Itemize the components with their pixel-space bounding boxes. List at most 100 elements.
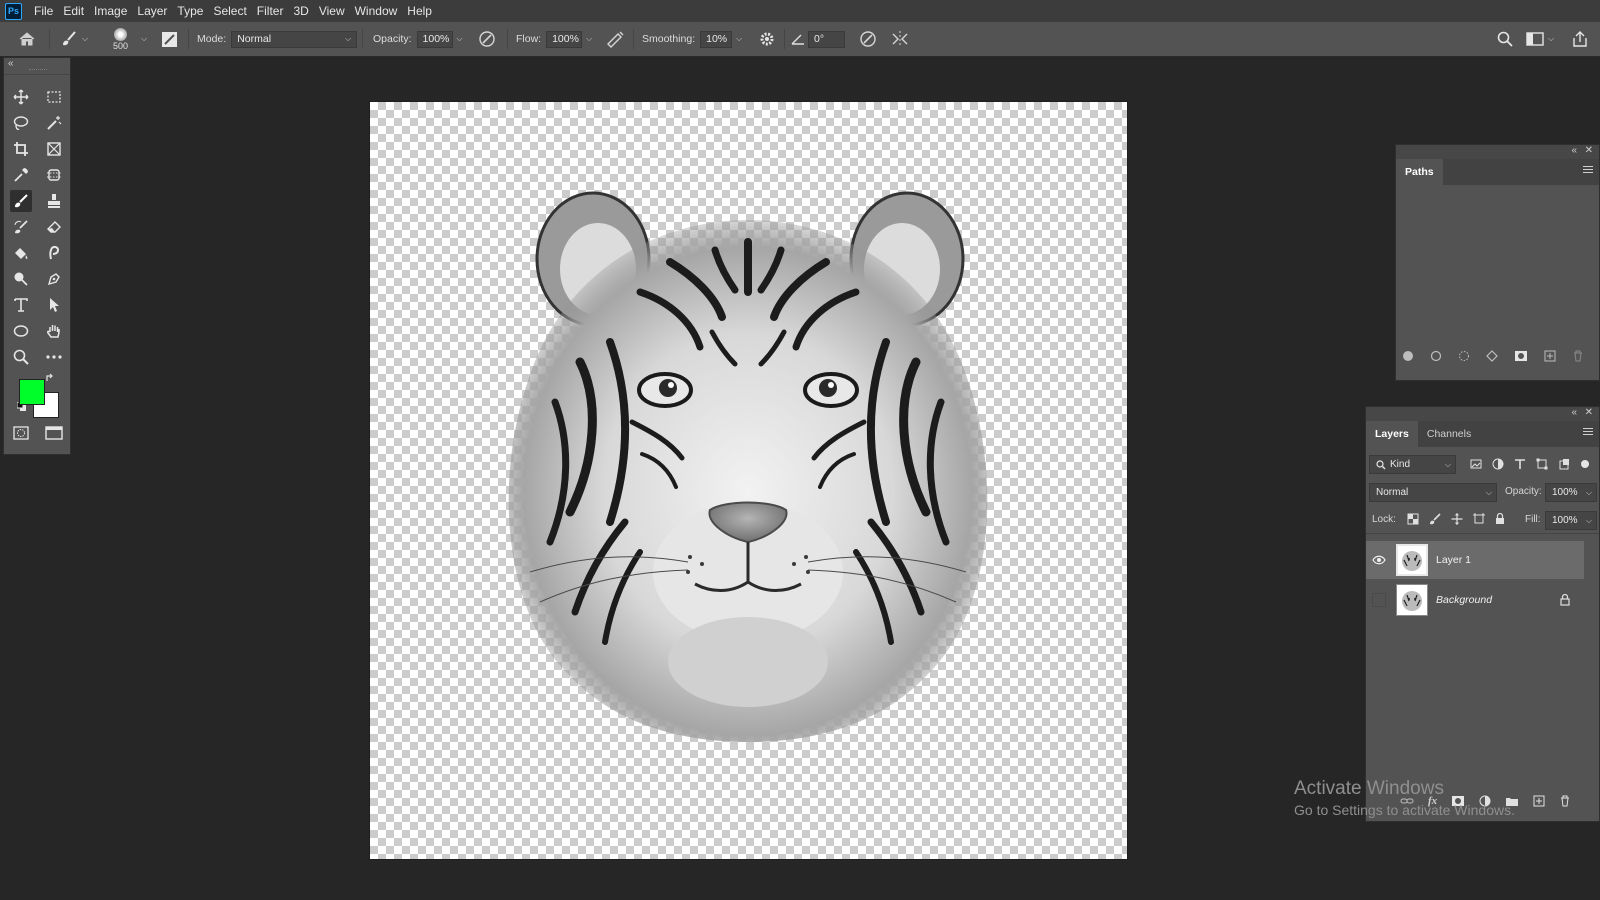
path-selection-tool-icon[interactable] xyxy=(43,294,65,316)
share-icon[interactable] xyxy=(1572,22,1588,56)
marquee-tool-icon[interactable] xyxy=(43,86,65,108)
menu-help[interactable]: Help xyxy=(402,0,437,22)
chevron-down-icon[interactable]: ⌵ xyxy=(1548,34,1554,44)
blend-mode-dropdown[interactable]: Normal ⌵ xyxy=(1369,483,1497,502)
layer-filter-dropdown[interactable]: Kind ⌵ xyxy=(1369,455,1456,474)
flow-input[interactable]: 100% xyxy=(546,30,583,48)
visibility-toggle-empty[interactable] xyxy=(1366,593,1392,607)
airbrush-icon[interactable] xyxy=(605,22,625,56)
chevron-down-icon[interactable]: ⌵ xyxy=(141,34,147,44)
magic-wand-tool-icon[interactable] xyxy=(43,112,65,134)
fill-path-icon[interactable] xyxy=(1402,350,1414,362)
close-icon[interactable]: ✕ xyxy=(1585,145,1593,156)
quick-mask-icon[interactable] xyxy=(10,422,32,444)
close-icon[interactable]: ✕ xyxy=(1585,407,1593,418)
panel-menu-icon[interactable] xyxy=(1583,166,1593,176)
screen-mode-icon[interactable] xyxy=(43,422,65,444)
pressure-opacity-icon[interactable] xyxy=(478,22,496,56)
dodge-tool-icon[interactable] xyxy=(10,268,32,290)
brush-size-picker[interactable]: 500 xyxy=(113,22,128,56)
layer-row-background[interactable]: Background xyxy=(1366,581,1584,619)
menu-window[interactable]: Window xyxy=(350,0,403,22)
layer-name[interactable]: Layer 1 xyxy=(1436,554,1471,566)
menu-type[interactable]: Type xyxy=(172,0,208,22)
search-icon[interactable] xyxy=(1497,22,1513,56)
tab-paths[interactable]: Paths xyxy=(1396,159,1443,185)
more-tools-icon[interactable] xyxy=(43,346,65,368)
menu-3d[interactable]: 3D xyxy=(288,0,313,22)
load-selection-icon[interactable] xyxy=(1458,350,1470,362)
brush-tool-icon[interactable] xyxy=(10,190,32,212)
home-icon[interactable] xyxy=(18,22,36,56)
menu-file[interactable]: File xyxy=(29,0,58,22)
drag-handle[interactable] xyxy=(29,69,47,72)
smoothing-input[interactable]: 10% xyxy=(700,30,733,48)
menu-edit[interactable]: Edit xyxy=(58,0,89,22)
filter-smart-object-icon[interactable] xyxy=(1558,458,1570,470)
zoom-tool-icon[interactable] xyxy=(10,346,32,368)
angle-input[interactable]: 0° xyxy=(808,30,845,48)
filter-adjustment-icon[interactable] xyxy=(1492,458,1504,470)
collapse-icon[interactable]: « xyxy=(1571,145,1577,156)
add-mask-icon[interactable] xyxy=(1514,350,1528,362)
layer-row-layer-1[interactable]: Layer 1 xyxy=(1366,541,1584,579)
menu-image[interactable]: Image xyxy=(89,0,132,22)
menu-select[interactable]: Select xyxy=(208,0,251,22)
lasso-tool-icon[interactable] xyxy=(10,112,32,134)
hand-tool-icon[interactable] xyxy=(43,320,65,342)
tab-layers[interactable]: Layers xyxy=(1366,421,1418,447)
panel-menu-icon[interactable] xyxy=(1583,428,1593,438)
stamp-tool-icon[interactable] xyxy=(43,190,65,212)
brush-preset-icon[interactable]: ⌵ xyxy=(60,22,88,56)
filter-type-icon[interactable] xyxy=(1514,458,1526,470)
symmetry-icon[interactable] xyxy=(891,22,909,56)
chevron-down-icon[interactable]: ⌵ xyxy=(457,34,463,44)
make-work-path-icon[interactable] xyxy=(1486,350,1498,362)
eraser-tool-icon[interactable] xyxy=(43,216,65,238)
frame-tool-icon[interactable] xyxy=(43,138,65,160)
history-brush-tool-icon[interactable] xyxy=(10,216,32,238)
pressure-size-icon[interactable] xyxy=(859,22,877,56)
new-layer-icon[interactable] xyxy=(1533,795,1545,807)
move-tool-icon[interactable] xyxy=(10,86,32,108)
document-canvas[interactable] xyxy=(370,102,1127,859)
chevron-down-icon[interactable]: ⌵ xyxy=(82,34,88,44)
fill-input[interactable]: 100% ⌵ xyxy=(1545,511,1597,530)
lock-artboard-icon[interactable] xyxy=(1473,513,1485,525)
visibility-eye-icon[interactable] xyxy=(1366,555,1392,565)
brush-settings-icon[interactable] xyxy=(161,22,178,56)
stroke-path-icon[interactable] xyxy=(1430,350,1442,362)
menu-layer[interactable]: Layer xyxy=(132,0,172,22)
tab-channels[interactable]: Channels xyxy=(1418,421,1480,447)
chevron-down-icon[interactable]: ⌵ xyxy=(586,34,592,44)
chevron-down-icon[interactable]: ⌵ xyxy=(736,34,742,44)
lock-transparent-pixels-icon[interactable] xyxy=(1407,513,1419,525)
eyedropper-tool-icon[interactable] xyxy=(10,164,32,186)
patch-tool-icon[interactable] xyxy=(43,164,65,186)
collapse-icon[interactable]: « xyxy=(8,58,14,69)
opacity-input[interactable]: 100% xyxy=(416,30,453,48)
delete-path-icon[interactable] xyxy=(1572,350,1584,362)
menu-filter[interactable]: Filter xyxy=(252,0,289,22)
workspace-icon[interactable]: ⌵ xyxy=(1526,22,1554,56)
gear-icon[interactable] xyxy=(759,22,775,56)
lock-position-icon[interactable] xyxy=(1451,513,1463,525)
layer-opacity-input[interactable]: 100% ⌵ xyxy=(1545,483,1597,502)
type-tool-icon[interactable] xyxy=(10,294,32,316)
new-path-icon[interactable] xyxy=(1544,350,1556,362)
swap-colors-icon[interactable] xyxy=(44,372,56,384)
mode-dropdown[interactable]: Normal ⌵ xyxy=(231,30,358,48)
ellipse-tool-icon[interactable] xyxy=(10,320,32,342)
filter-shape-icon[interactable] xyxy=(1536,458,1548,470)
lock-image-pixels-icon[interactable] xyxy=(1429,513,1441,525)
paint-bucket-tool-icon[interactable] xyxy=(10,242,32,264)
pen-tool-icon[interactable] xyxy=(43,268,65,290)
filter-pixel-icon[interactable] xyxy=(1470,458,1482,470)
layer-name[interactable]: Background xyxy=(1436,594,1492,606)
delete-layer-icon[interactable] xyxy=(1559,795,1571,807)
menu-view[interactable]: View xyxy=(314,0,350,22)
lock-all-icon[interactable] xyxy=(1495,513,1505,525)
crop-tool-icon[interactable] xyxy=(10,138,32,160)
foreground-color-swatch[interactable] xyxy=(19,379,45,405)
collapse-icon[interactable]: « xyxy=(1571,407,1577,418)
